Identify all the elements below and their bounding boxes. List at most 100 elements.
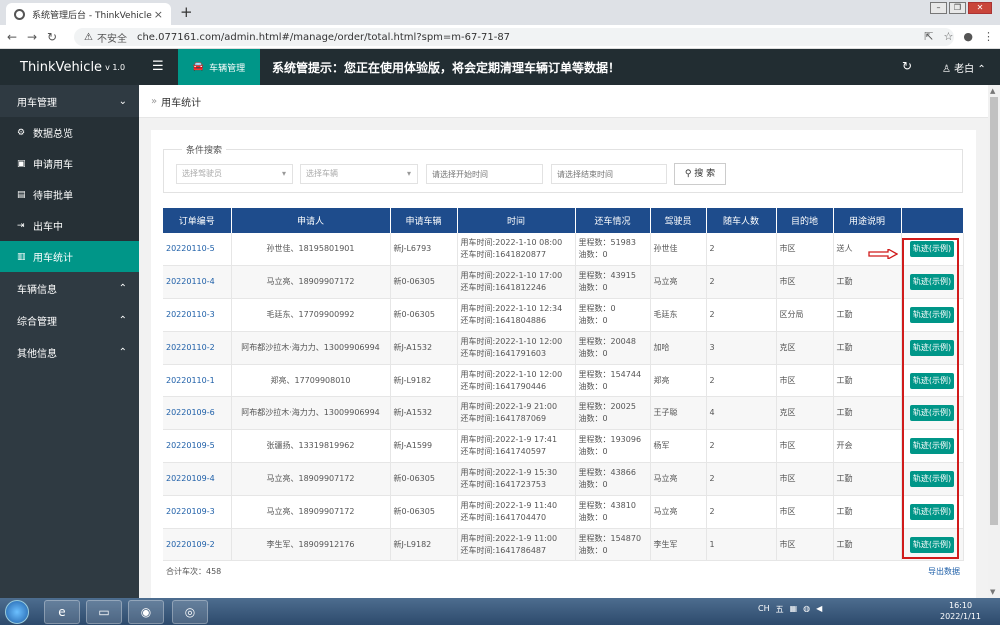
sidebar-item-out[interactable]: ⇥ 出车中 — [0, 210, 139, 241]
order-id-cell: 20220109-5 — [163, 429, 232, 464]
sidebar-group-vehicle-use[interactable]: 用车管理 ⌄ — [0, 85, 139, 117]
reload-icon[interactable]: ↻ — [44, 30, 60, 44]
ime-icon[interactable]: 五 — [776, 604, 784, 615]
table-row: 20220110-5 孙世佳、18195801901 新J-L6793 用车时间:20… — [163, 233, 964, 267]
vehicle-select[interactable]: 选择车辆 ▾ — [300, 164, 418, 184]
sidebar-item-overview[interactable]: ⚙ 数据总览 — [0, 117, 139, 148]
order-id-link[interactable]: 20220110-5 — [166, 244, 215, 253]
folder-icon[interactable]: ▭ — [86, 600, 122, 624]
chevron-up-icon: ⌃ — [118, 346, 127, 358]
start-time-input[interactable] — [426, 164, 543, 184]
search-fieldset: 条件搜索 选择驾驶员 ▾ 选择车辆 ▾ ⚲ 搜 索 — [163, 143, 963, 193]
return-time: 还车时间:1641812246 — [460, 283, 547, 293]
order-id-link[interactable]: 20220110-4 — [166, 277, 215, 286]
forward-arrow-icon[interactable]: → — [24, 30, 40, 44]
sidebar-item-pending[interactable]: ▤ 待审批单 — [0, 179, 139, 210]
module-tab-vehicle[interactable]: 🚘 车辆管理 — [178, 49, 260, 85]
browser-tab[interactable]: 系统管理后台 - ThinkVehicle × — [6, 3, 171, 25]
search-legend: 条件搜索 — [182, 143, 227, 156]
applicant-cell: 马立亮、18909907172 — [231, 462, 391, 496]
order-id-link[interactable]: 20220109-3 — [166, 507, 215, 516]
return-status-cell: 里程数：51983 油数：0 — [575, 233, 651, 267]
vehicle-cell: 新0-06305 — [390, 462, 458, 496]
sidebar-item-label: 出车中 — [33, 222, 63, 233]
purpose-cell: 工勤 — [833, 495, 902, 529]
scroll-up-arrow-icon[interactable]: ▲ — [990, 87, 995, 95]
ie-icon[interactable]: e — [44, 600, 80, 624]
return-status-cell: 里程数：20048 油数：0 — [575, 331, 651, 365]
driver-cell: 马立亮 — [650, 265, 707, 300]
sidebar-group-vehicle-info[interactable]: 车辆信息 ⌃ — [0, 272, 139, 304]
sidebar-item-label: 待审批单 — [33, 191, 73, 202]
driver-select-placeholder: 选择驾驶员 — [182, 169, 222, 178]
applicant-cell: 张疆扬、13319819962 — [231, 429, 391, 464]
refresh-icon[interactable]: ↻ — [902, 59, 912, 73]
end-time-input[interactable] — [551, 164, 667, 184]
system-clock[interactable]: 16:10 2022/1/11 — [940, 600, 981, 622]
destination-cell: 市区 — [776, 429, 834, 464]
order-id-link[interactable]: 20220109-6 — [166, 408, 215, 417]
return-status-cell: 里程数：20025 油数：0 — [575, 396, 651, 431]
search-button[interactable]: ⚲ 搜 索 — [674, 163, 726, 185]
car-icon: ▣ — [17, 158, 26, 169]
scrollbar-thumb[interactable] — [990, 97, 998, 525]
sidebar-item-apply[interactable]: ▣ 申请用车 — [0, 148, 139, 179]
table-row: 20220110-2 阿布都沙拉木·海力力、13009906994 新J-A1532… — [163, 331, 964, 365]
column-header: 用途说明 — [833, 208, 902, 233]
fuel: 油数：0 — [578, 348, 608, 358]
fuel: 油数：0 — [578, 414, 608, 424]
use-time: 用车时间:2022-1-9 11:40 — [460, 500, 558, 510]
network-icon[interactable]: ▦ — [790, 604, 798, 615]
minimize-button[interactable]: – — [930, 2, 947, 14]
start-button[interactable] — [5, 600, 29, 624]
tab-title: 系统管理后台 - ThinkVehicle — [32, 10, 152, 21]
back-arrow-icon[interactable]: ← — [4, 30, 20, 44]
applicant-cell: 阿布都沙拉木·海力力、13009906994 — [231, 331, 391, 365]
user-menu[interactable]: ♙ 老白 ⌃ — [942, 60, 986, 75]
browser-actions: ⇱ ☆ ● ⋮ — [924, 30, 994, 43]
people-cell: 2 — [706, 495, 777, 529]
return-time: 还车时间:1641786487 — [460, 545, 547, 555]
chat-icon[interactable]: ◍ — [803, 604, 810, 615]
order-id-link[interactable]: 20220109-2 — [166, 540, 215, 549]
order-id-link[interactable]: 20220109-5 — [166, 441, 215, 450]
volume-icon[interactable]: ◀ — [816, 604, 822, 615]
scroll-down-arrow-icon[interactable]: ▼ — [990, 588, 995, 596]
tab-close-icon[interactable]: × — [154, 8, 163, 21]
sidebar-item-stats[interactable]: ▥ 用车统计 — [0, 241, 139, 272]
app-icon[interactable]: ◎ — [172, 600, 208, 624]
sidebar-group-other[interactable]: 其他信息 ⌃ — [0, 336, 139, 368]
destination-cell: 区分局 — [776, 298, 834, 332]
order-id-cell: 20220110-2 — [163, 331, 232, 365]
new-tab-button[interactable]: + — [180, 3, 193, 21]
people-cell: 4 — [706, 396, 777, 431]
order-id-link[interactable]: 20220110-2 — [166, 343, 215, 352]
order-id-link[interactable]: 20220109-4 — [166, 474, 215, 483]
bookmark-star-icon[interactable]: ☆ — [944, 30, 954, 43]
order-id-link[interactable]: 20220110-1 — [166, 376, 215, 385]
table-row: 20220110-4 马立亮、18909907172 新0-06305 用车时间:20… — [163, 265, 964, 300]
driver-select[interactable]: 选择驾驶员 ▾ — [176, 164, 293, 184]
order-id-cell: 20220109-4 — [163, 462, 232, 496]
driver-cell: 马立亮 — [650, 462, 707, 496]
destination-cell: 市区 — [776, 364, 834, 398]
menu-toggle-icon[interactable]: ☰ — [152, 59, 164, 74]
menu-dots-icon[interactable]: ⋮ — [983, 30, 994, 43]
close-window-button[interactable]: ✕ — [968, 2, 992, 14]
people-cell: 2 — [706, 429, 777, 464]
profile-icon[interactable]: ● — [963, 30, 973, 43]
export-link[interactable]: 导出数据 — [928, 566, 960, 577]
applicant-cell: 郑亮、17709908010 — [231, 364, 391, 398]
url-field[interactable]: ⚠ 不安全 che.077161.com/admin.html#/manage/… — [74, 28, 954, 46]
ime-indicator[interactable]: CH — [758, 604, 770, 615]
page-scrollbar[interactable]: ▲ ▼ — [988, 85, 1000, 598]
dropdown-arrow-icon: ▾ — [281, 169, 286, 178]
order-id-cell: 20220109-2 — [163, 528, 232, 562]
purpose-cell: 工勤 — [833, 298, 902, 332]
share-icon[interactable]: ⇱ — [924, 30, 933, 43]
restore-button[interactable]: ❐ — [949, 2, 966, 14]
chrome-icon[interactable]: ◉ — [128, 600, 164, 624]
destination-cell: 克区 — [776, 331, 834, 365]
order-id-link[interactable]: 20220110-3 — [166, 310, 215, 319]
sidebar-group-general[interactable]: 综合管理 ⌃ — [0, 304, 139, 336]
